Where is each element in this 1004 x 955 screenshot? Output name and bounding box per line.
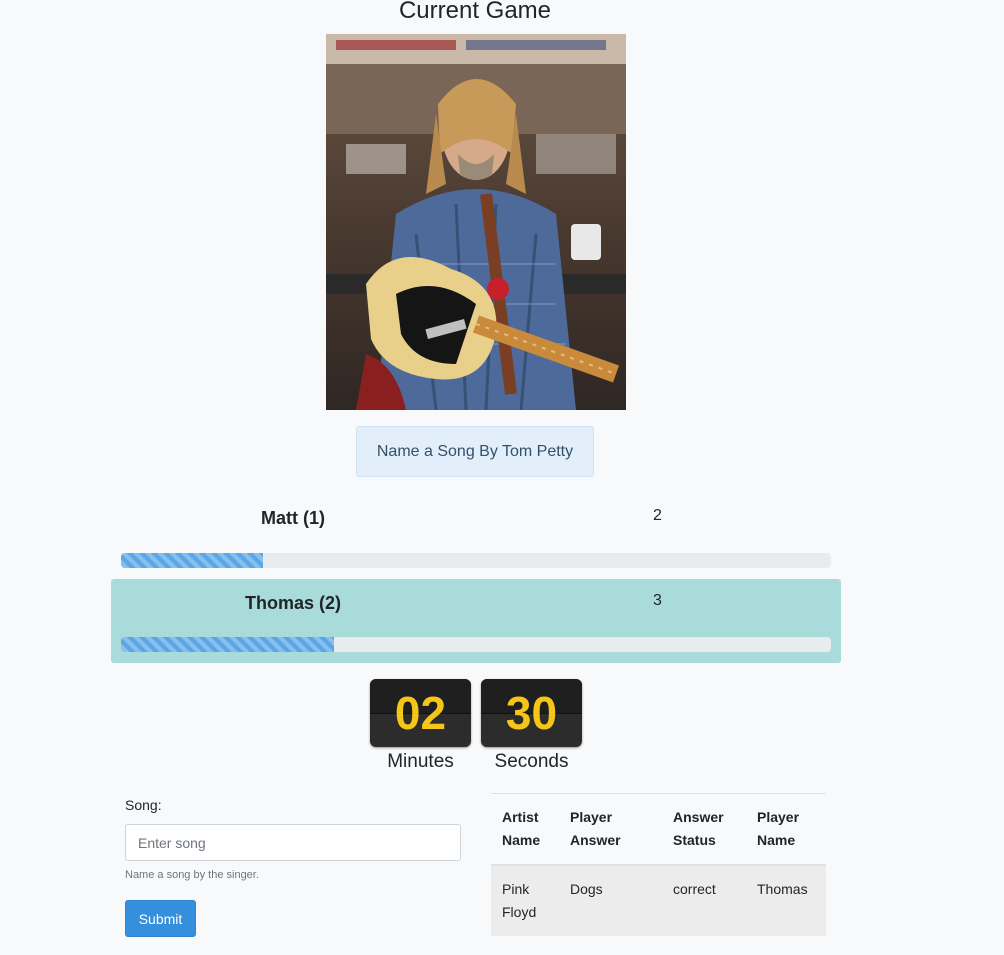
table-header-row: Artist Name Player Answer Answer Status … (491, 793, 826, 866)
header-artist-name: Artist Name (491, 793, 559, 866)
submit-button[interactable]: Submit (125, 900, 196, 937)
song-input[interactable] (125, 824, 461, 861)
seconds-label: Seconds (494, 751, 569, 772)
player-progress-fill (121, 637, 334, 652)
table-row: Pink Floyd Dogs correct Thomas (491, 864, 826, 936)
player-name: Matt (1) (261, 508, 325, 528)
minutes-clock: 02 (370, 679, 471, 747)
header-player-answer: Player Answer (559, 793, 662, 866)
seconds-value: 30 (505, 687, 558, 739)
header-answer-status: Answer Status (662, 793, 746, 866)
page-title: Current Game (398, 0, 552, 24)
minutes-value: 02 (394, 687, 447, 739)
artist-photo-image (326, 34, 626, 410)
cell-answer-status: correct (662, 864, 746, 936)
question-prompt-text: Name a Song By Tom Petty (376, 442, 574, 460)
header-player-name: Player Name (746, 793, 826, 866)
player-row-2: Thomas (2) 3 (111, 579, 841, 663)
artist-photo (326, 34, 626, 410)
player-score: 3 (653, 592, 662, 609)
song-label: Song: (125, 797, 162, 813)
player-row-1: Matt (1) 2 (111, 495, 841, 579)
cell-artist-name: Pink Floyd (491, 864, 559, 936)
cell-player-answer: Dogs (559, 864, 662, 936)
player-progress-fill (121, 553, 263, 568)
answers-table: Artist Name Player Answer Answer Status … (491, 793, 826, 936)
player-score: 2 (653, 507, 662, 524)
song-help-text: Name a song by the singer. (125, 869, 259, 881)
player-progress-bar (121, 637, 831, 652)
player-progress-bar (121, 553, 831, 568)
question-prompt: Name a Song By Tom Petty (356, 426, 594, 477)
seconds-clock: 30 (481, 679, 582, 747)
player-name: Thomas (2) (245, 593, 342, 613)
minutes-label: Minutes (387, 751, 454, 772)
cell-player-name: Thomas (746, 864, 826, 936)
